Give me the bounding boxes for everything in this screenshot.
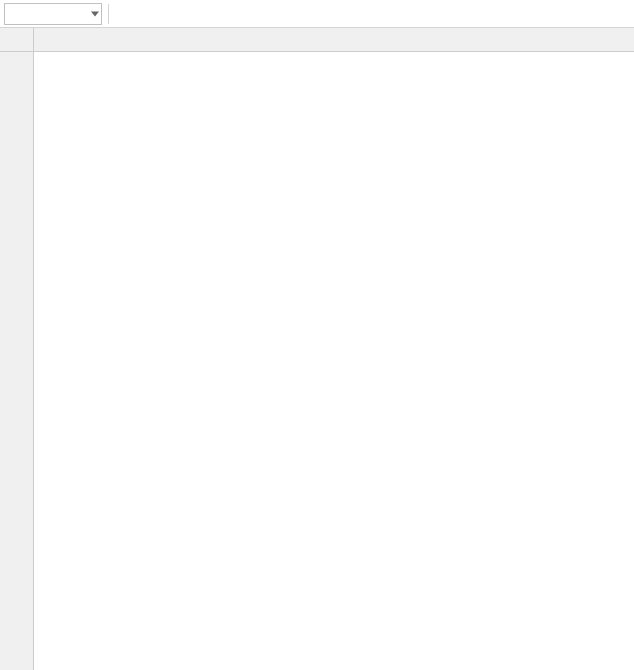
chevron-down-icon[interactable] — [91, 11, 99, 16]
name-box[interactable] — [4, 3, 102, 25]
grid[interactable] — [34, 52, 634, 670]
spreadsheet — [0, 28, 634, 670]
column-headers — [34, 28, 634, 52]
separator — [108, 4, 109, 24]
formula-bar — [0, 0, 634, 28]
enter-button[interactable] — [135, 2, 159, 26]
select-all-corner[interactable] — [0, 28, 33, 52]
cancel-button[interactable] — [111, 2, 135, 26]
row-headers — [0, 28, 34, 670]
